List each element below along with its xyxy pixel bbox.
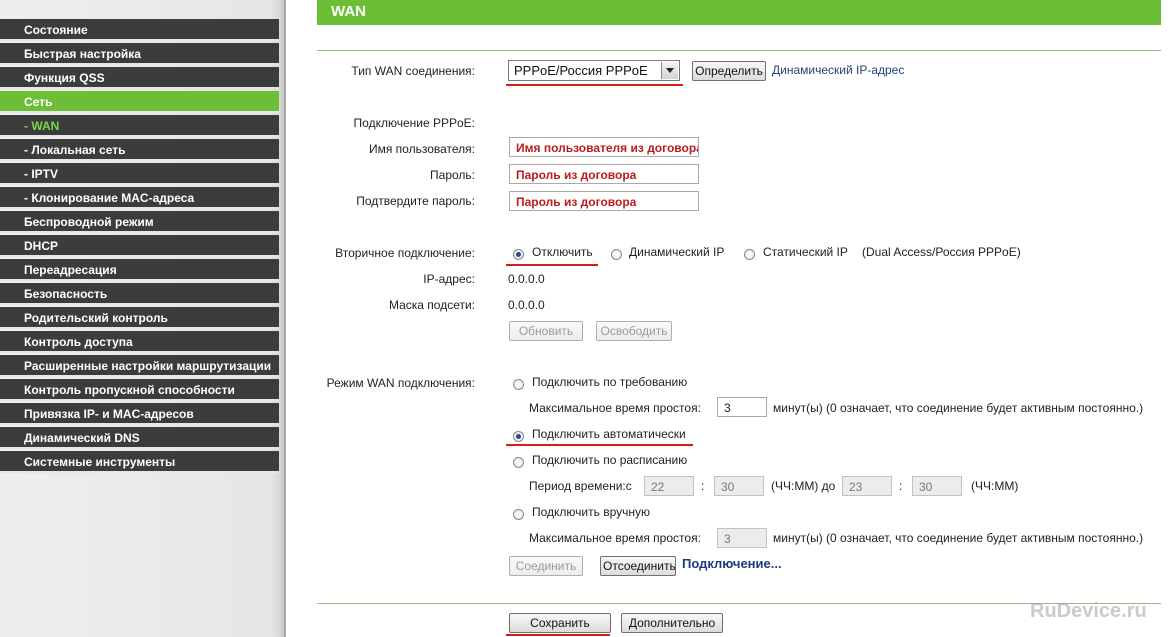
save-highlight <box>506 634 610 636</box>
release-button[interactable]: Освободить <box>596 321 672 341</box>
sidebar-item-network[interactable]: Сеть <box>0 91 279 113</box>
sidebar-item-parental-control[interactable]: Родительский контроль <box>0 307 279 329</box>
idle-time-label-2: Максимальное время простоя: <box>529 531 701 545</box>
sidebar-item-ip-mac-binding[interactable]: Привязка IP- и MAC-адресов <box>0 403 279 425</box>
sidebar-item-iptv[interactable]: - IPTV <box>0 163 279 185</box>
sidebar-item-quick-setup[interactable]: Быстрая настройка <box>0 43 279 65</box>
secondary-connection-label: Вторичное подключение: <box>335 246 475 260</box>
idle-time-label-1: Максимальное время простоя: <box>529 401 701 415</box>
period-label: Период времени:с <box>529 479 632 493</box>
secondary-static-ip-label: Статический IP <box>763 245 848 259</box>
wan-mode-label: Режим WAN подключения: <box>326 376 475 390</box>
idle-note-2: минут(ы) (0 означает, что соединение буд… <box>773 531 1144 545</box>
watermark: RuDevice.ru <box>1030 600 1147 622</box>
secondary-static-ip-radio[interactable] <box>744 249 755 260</box>
auto-connect-highlight <box>506 444 693 446</box>
advanced-button[interactable]: Дополнительно <box>621 613 723 633</box>
sidebar-item-bandwidth-control[interactable]: Контроль пропускной способности <box>0 379 279 401</box>
wan-type-label: Тип WAN соединения: <box>351 64 475 78</box>
username-input[interactable]: Имя пользователя из договора <box>509 137 699 157</box>
ip-address-label: IP-адрес: <box>423 272 475 286</box>
wan-type-selected-value: PPPoE/Россия PPPoE <box>514 63 648 78</box>
sidebar-item-ddns[interactable]: Динамический DNS <box>0 427 279 449</box>
sidebar-item-status[interactable]: Состояние <box>0 19 279 41</box>
pppoe-section-label: Подключение PPPoE: <box>353 116 475 130</box>
sidebar-item-forwarding[interactable]: Переадресация <box>0 259 279 281</box>
wan-type-select[interactable]: PPPoE/Россия PPPoE <box>508 60 680 81</box>
sidebar-item-qss[interactable]: Функция QSS <box>0 67 279 89</box>
password-label: Пароль: <box>430 168 475 182</box>
manual-radio[interactable] <box>513 509 524 520</box>
subnet-mask-label: Маска подсети: <box>388 298 475 312</box>
password-input[interactable]: Пароль из договора <box>509 164 699 184</box>
wan-type-highlight <box>506 84 683 86</box>
username-label: Имя пользователя: <box>368 142 475 156</box>
chevron-down-icon[interactable] <box>661 62 678 79</box>
secondary-dynamic-ip-label: Динамический IP <box>629 245 725 259</box>
sidebar-item-dhcp[interactable]: DHCP <box>0 235 279 257</box>
period-end-label: (ЧЧ:ММ) <box>971 479 1019 493</box>
sidebar-item-access-control[interactable]: Контроль доступа <box>0 331 279 353</box>
page-title: WAN <box>317 0 1161 25</box>
on-demand-radio[interactable] <box>513 379 524 390</box>
auto-connect-label: Подключить автоматически <box>532 427 686 441</box>
idle-note-1: минут(ы) (0 означает, что соединение буд… <box>773 401 1144 415</box>
save-button[interactable]: Сохранить <box>509 613 611 633</box>
sidebar: Состояние Быстрая настройка Функция QSS … <box>0 0 285 637</box>
secondary-disable-radio[interactable] <box>513 249 524 260</box>
connect-button[interactable]: Соединить <box>509 556 583 576</box>
confirm-password-label: Подтвердите пароль: <box>356 194 475 208</box>
period-from-hour-input[interactable]: 22 <box>644 476 694 496</box>
secondary-disable-highlight <box>506 264 598 266</box>
sidebar-item-mac-clone[interactable]: - Клонирование MAC-адреса <box>0 187 279 209</box>
idle-time-input-2[interactable]: 3 <box>717 528 767 548</box>
detect-button[interactable]: Определить <box>692 61 766 81</box>
period-to-hour-input[interactable]: 23 <box>842 476 892 496</box>
period-colon-2: : <box>899 479 903 493</box>
period-mid-label: (ЧЧ:ММ) до <box>771 479 836 493</box>
confirm-password-input[interactable]: Пароль из договора <box>509 191 699 211</box>
period-from-minute-input[interactable]: 30 <box>714 476 764 496</box>
secondary-disable-label: Отключить <box>532 245 593 259</box>
sidebar-item-wan[interactable]: - WAN <box>0 115 279 137</box>
top-divider <box>317 50 1161 51</box>
sidebar-item-lan[interactable]: - Локальная сеть <box>0 139 279 161</box>
sidebar-item-advanced-routing[interactable]: Расширенные настройки маршрутизации <box>0 355 279 377</box>
disconnect-button[interactable]: Отсоединить <box>600 556 676 576</box>
renew-button[interactable]: Обновить <box>509 321 583 341</box>
on-demand-label: Подключить по требованию <box>532 375 688 389</box>
subnet-mask-value: 0.0.0.0 <box>508 298 545 312</box>
manual-label: Подключить вручную <box>532 505 650 519</box>
sidebar-item-security[interactable]: Безопасность <box>0 283 279 305</box>
sidebar-item-system-tools[interactable]: Системные инструменты <box>0 451 279 473</box>
schedule-label: Подключить по расписанию <box>532 453 688 467</box>
sidebar-divider <box>284 0 286 637</box>
period-to-minute-input[interactable]: 30 <box>912 476 962 496</box>
secondary-note: (Dual Access/Россия PPPoE) <box>862 245 1021 259</box>
wan-type-hint: Динамический IP-адрес <box>772 63 905 77</box>
idle-time-input-1[interactable]: 3 <box>717 397 767 417</box>
schedule-radio[interactable] <box>513 457 524 468</box>
period-colon-1: : <box>701 479 705 493</box>
sidebar-item-wireless[interactable]: Беспроводной режим <box>0 211 279 233</box>
ip-address-value: 0.0.0.0 <box>508 272 545 286</box>
secondary-dynamic-ip-radio[interactable] <box>611 249 622 260</box>
connection-status-link[interactable]: Подключение... <box>682 556 782 571</box>
auto-connect-radio[interactable] <box>513 431 524 442</box>
